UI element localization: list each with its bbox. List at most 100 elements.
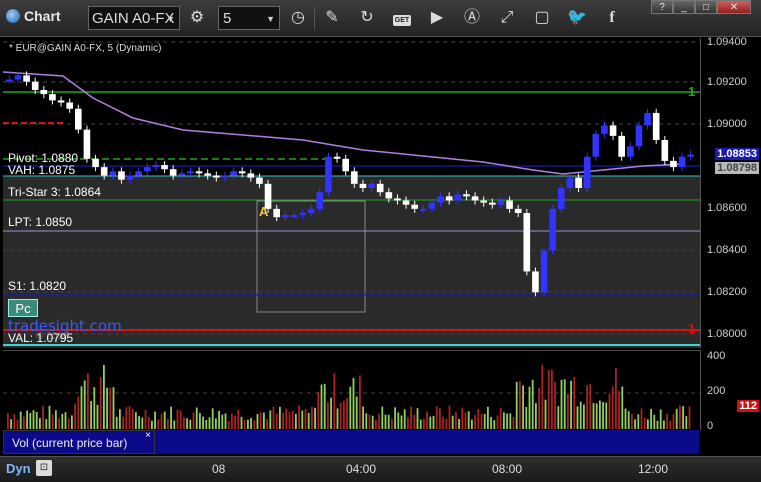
volume-bar	[131, 409, 134, 429]
vol-tick: 200	[707, 385, 726, 397]
volume-bar	[362, 406, 364, 429]
candle	[532, 271, 539, 293]
candle	[6, 79, 13, 82]
volume-bar	[179, 410, 182, 429]
volume-bar	[157, 419, 160, 429]
chevron-down-icon[interactable]: ▼	[266, 7, 275, 31]
volume-bar	[202, 416, 204, 429]
y-tick: 1.08600	[707, 202, 747, 214]
volume-bar	[589, 383, 592, 429]
volume-bar	[23, 416, 25, 429]
maximize-button[interactable]: □	[695, 0, 717, 14]
close-icon[interactable]: ×	[145, 424, 151, 448]
volume-bar	[240, 416, 243, 429]
volume-bar	[26, 410, 28, 429]
volume-bar	[48, 405, 51, 429]
volume-bar	[397, 412, 400, 429]
volume-bar	[483, 413, 486, 429]
clock-icon[interactable]: ◷	[287, 7, 309, 29]
volume-bar	[42, 405, 44, 429]
volume-bar	[250, 418, 252, 429]
minimize-button[interactable]: _	[673, 0, 695, 14]
volume-bar	[634, 419, 636, 429]
volume-bar	[151, 420, 153, 429]
candle	[463, 194, 470, 197]
volume-bar	[99, 377, 102, 429]
volume-axis[interactable]: 400 200 0 112	[700, 350, 761, 432]
volume-bar	[403, 409, 406, 429]
volume-bar	[621, 386, 624, 429]
volume-bar	[64, 412, 67, 429]
volume-bar	[487, 406, 489, 429]
candle	[273, 208, 280, 218]
volume-bar	[567, 393, 569, 429]
volume-bar	[13, 413, 16, 429]
volume-bar	[272, 406, 275, 429]
volume-chart[interactable]	[3, 350, 700, 431]
symbol-input[interactable]: GAIN A0-FX ▼	[88, 6, 180, 30]
chevron-down-icon[interactable]: ▼	[166, 7, 175, 29]
candle	[454, 194, 462, 201]
play-icon[interactable]: ▶	[426, 7, 448, 29]
candle	[394, 198, 401, 201]
volume-bar	[163, 411, 166, 429]
volume-bar	[109, 387, 112, 429]
settings-icon[interactable]: ⚙	[186, 7, 208, 29]
volume-bar	[170, 406, 172, 429]
time-axis[interactable]: Dyn ⊡ 08 04:00 08:00 12:00	[0, 456, 761, 482]
toolbar-divider	[314, 6, 315, 30]
news-icon[interactable]: GET	[391, 7, 413, 29]
twitter-icon[interactable]: 🐦	[566, 7, 588, 29]
volume-canvas	[3, 364, 700, 429]
volume-bar	[519, 381, 521, 429]
volume-bar	[74, 403, 76, 429]
refresh-icon[interactable]: ↻	[356, 7, 378, 29]
volume-bar	[407, 417, 409, 429]
volume-bar	[663, 420, 665, 429]
price-axis[interactable]: 1.09400 1.09200 1.09000 1.08600 1.08400 …	[700, 36, 761, 348]
help-button[interactable]: ?	[651, 0, 673, 14]
candle	[282, 215, 289, 218]
facebook-icon[interactable]: f	[601, 7, 623, 29]
volume-bar	[192, 412, 195, 429]
candle	[83, 129, 91, 159]
volume-bar	[359, 375, 361, 429]
candle	[549, 208, 556, 251]
volume-bar	[160, 413, 163, 429]
volume-bar	[480, 413, 483, 429]
volume-bar	[682, 406, 684, 429]
val-label: VAL: 1.0795	[8, 331, 74, 345]
volume-bar	[55, 410, 57, 429]
pc-button[interactable]: Pc	[8, 299, 38, 317]
volume-bar	[285, 408, 288, 429]
y-tick: 1.09200	[707, 76, 747, 88]
candle	[514, 208, 522, 214]
volume-bar	[352, 377, 355, 429]
volume-bar	[199, 413, 201, 429]
volume-bar	[106, 387, 108, 429]
draw-icon[interactable]: ✎	[321, 7, 343, 29]
time-label: 08:00	[492, 462, 523, 476]
alert-icon[interactable]: Ⓐ	[461, 7, 483, 29]
candle	[480, 200, 487, 203]
volume-bar	[554, 381, 556, 429]
time-label: 04:00	[346, 462, 377, 476]
volume-bar	[643, 417, 646, 429]
volume-bar	[618, 391, 620, 429]
volume-bar	[189, 419, 192, 429]
price-chart[interactable]: * EUR@GAIN A0-FX, 5 (Dynamic) Pivot: 1.0…	[3, 38, 700, 348]
volume-bar	[125, 407, 128, 429]
interval-input[interactable]: 5 ▼	[218, 6, 280, 30]
volume-bar	[291, 410, 294, 429]
link-icon[interactable]: ⤢	[496, 7, 518, 29]
lock-icon[interactable]: ⊡	[36, 460, 52, 476]
volume-label[interactable]: Vol (current price bar) ×	[3, 430, 155, 454]
candle	[376, 183, 384, 193]
close-button[interactable]: ✕	[717, 0, 751, 14]
dyn-mode[interactable]: Dyn	[6, 461, 31, 476]
candle	[627, 146, 634, 157]
chat-icon[interactable]: ▢	[531, 7, 553, 29]
volume-bar	[515, 381, 518, 429]
lpt-label: LPT: 1.0850	[8, 215, 73, 229]
volume-bar	[490, 417, 492, 429]
